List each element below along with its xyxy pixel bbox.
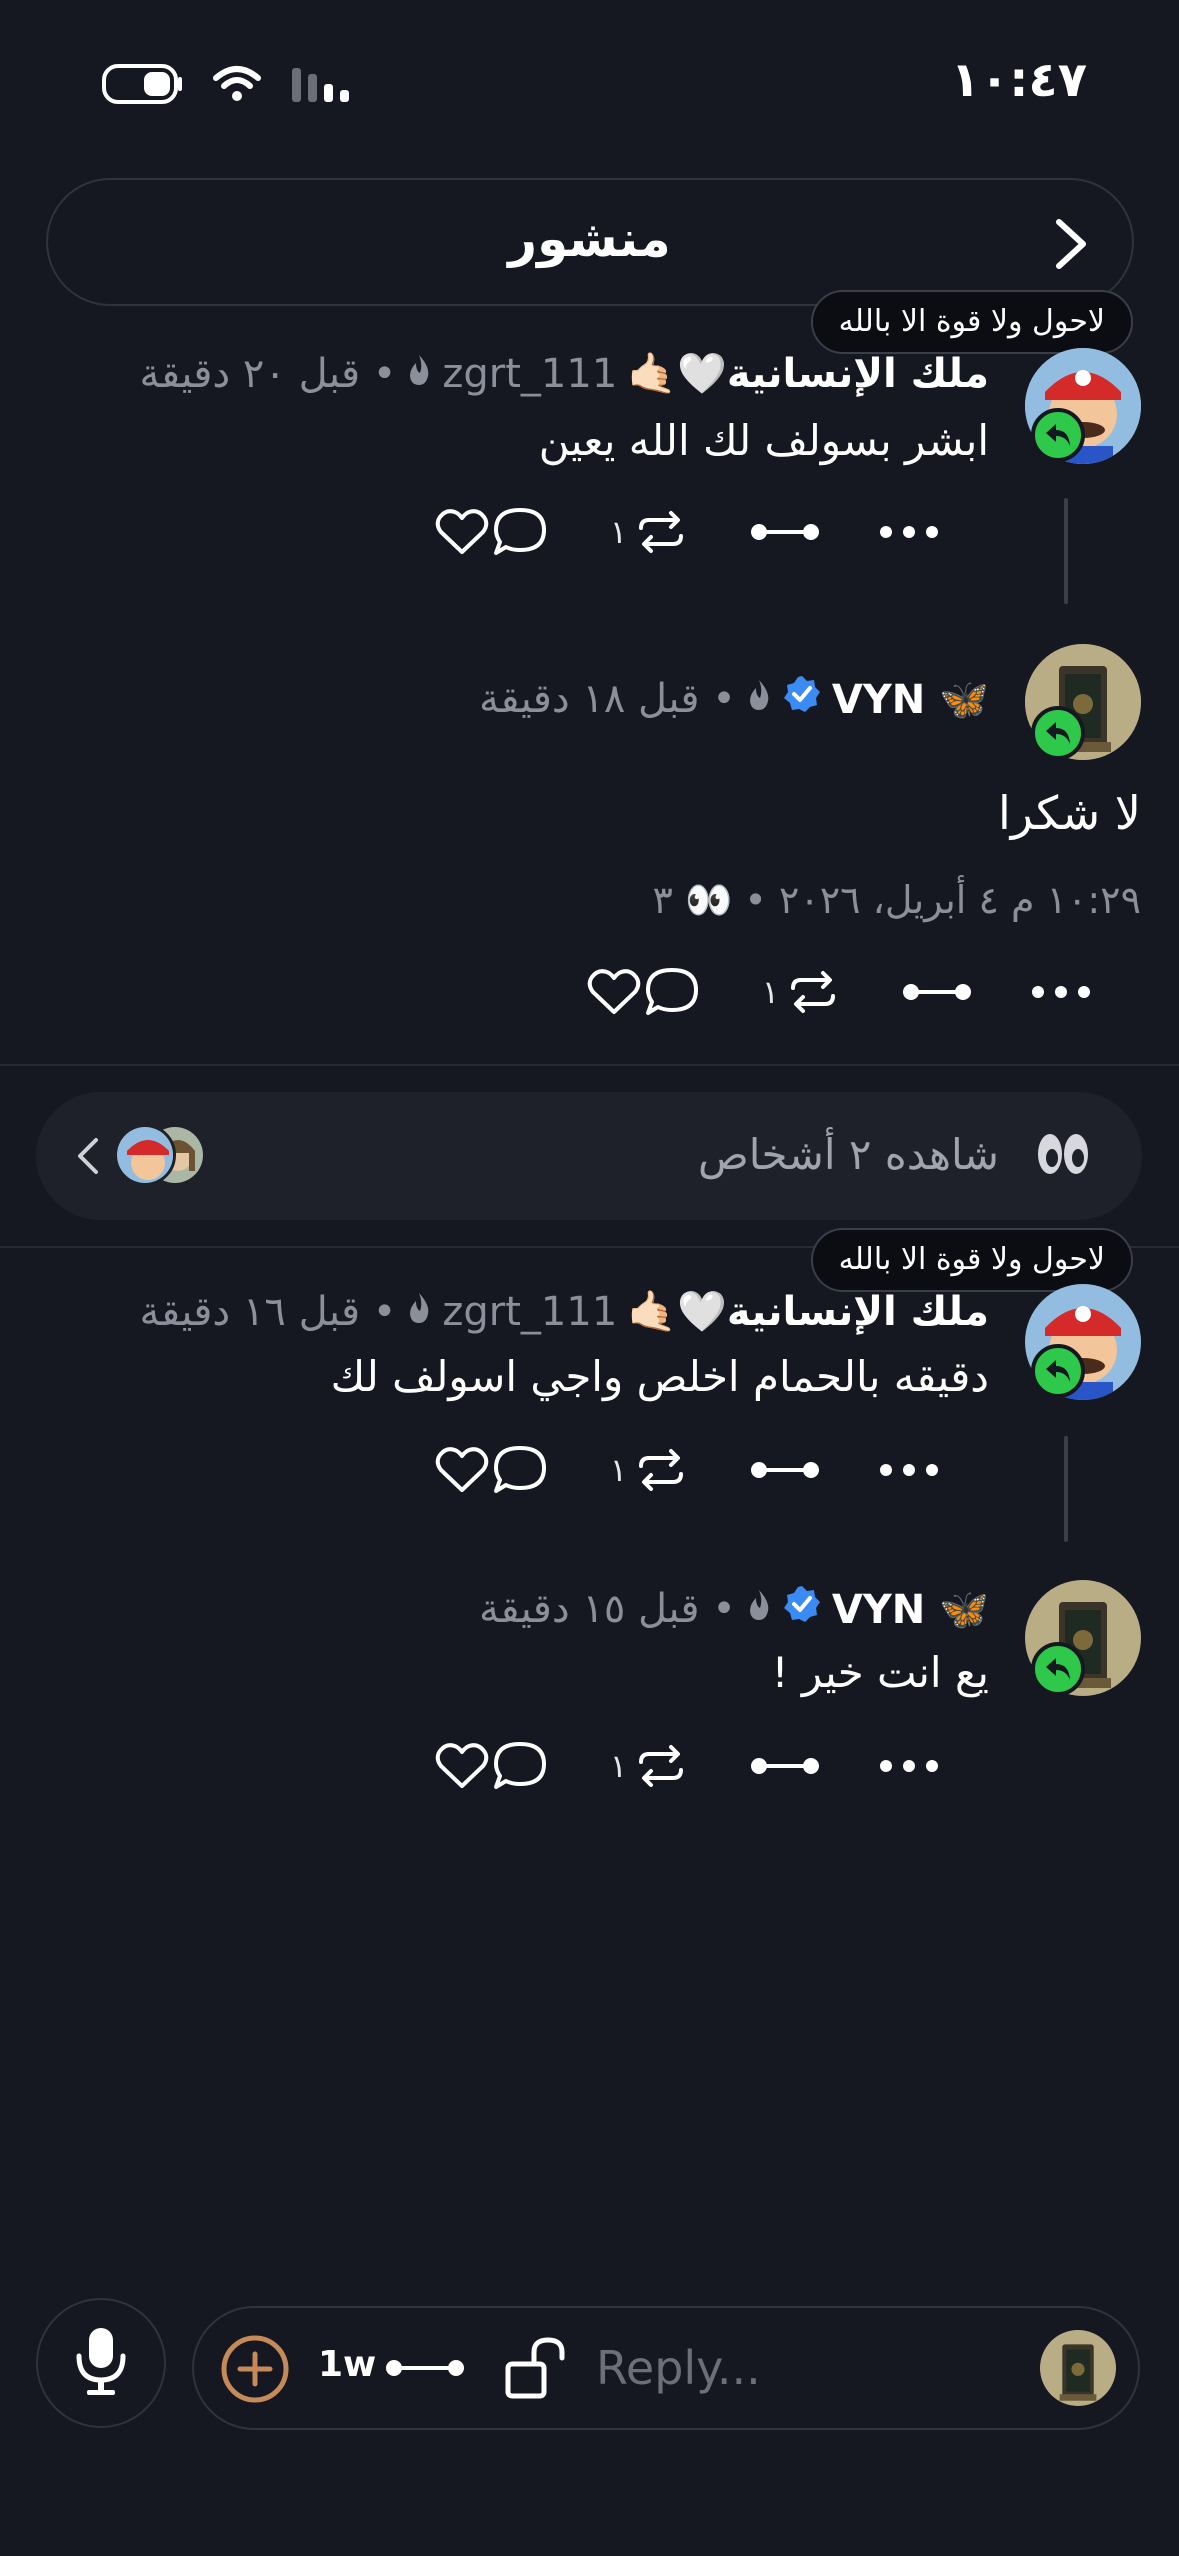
author-name[interactable]: 🦋 VYN [832,1586,989,1633]
repost-icon[interactable] [633,508,689,556]
post-author-line: 🦋 VYN • قبل ١٨ دقيقة [479,674,989,724]
post-text: ابشر بسولف لك الله يعين [538,416,989,465]
thread-line [1064,498,1068,604]
viewer-avatar [114,1124,176,1186]
more-icon[interactable] [879,1759,939,1773]
post-author-line: ملك الإنسانية🤍🤙🏻 zgrt_111 • قبل ٢٠ دقيقة [139,350,989,398]
link-icon[interactable] [384,2356,466,2384]
flame-icon [406,1289,432,1335]
flame-icon [406,351,432,397]
reply-badge-icon [1031,1642,1085,1696]
repost-icon[interactable] [633,1742,689,1790]
more-icon[interactable] [879,525,939,539]
author-name[interactable]: ملك الإنسانية🤍🤙🏻 [627,1288,989,1335]
author-name[interactable]: ملك الإنسانية🤍🤙🏻 [627,350,989,397]
post-author-line: 🦋 VYN • قبل ١٥ دقيقة [479,1584,989,1634]
comment-bubble-icon[interactable] [490,1444,550,1496]
post-author-line: ملك الإنسانية🤍🤙🏻 zgrt_111 • قبل ١٦ دقيقة [139,1288,989,1336]
more-icon[interactable] [1031,985,1091,999]
like-heart-icon[interactable] [434,1742,490,1790]
unlock-icon[interactable] [504,2336,568,2404]
comment-bubble-icon[interactable] [490,506,550,558]
viewed-by-label: شاهده ٢ أشخاص [697,1130,999,1179]
like-heart-icon[interactable] [434,508,490,556]
post-time: • قبل ١٥ دقيقة [478,1586,736,1632]
wifi-icon [212,64,262,108]
reply-badge-icon [1031,1344,1085,1398]
post-actions: ١ [434,506,989,558]
post-time: • قبل ٢٠ دقيقة [139,350,397,397]
tooltip-label: لاحول ولا قوة الا بالله [810,290,1133,354]
comment-count: ١ [609,513,627,551]
like-heart-icon[interactable] [434,1446,490,1494]
microphone-icon [75,2326,127,2400]
post-text: لا شكرا [998,786,1141,840]
author-name[interactable]: 🦋 VYN [832,676,989,723]
link-icon[interactable] [749,520,821,544]
post-actions: ١ [586,966,1141,1018]
link-icon[interactable] [749,1754,821,1778]
composer-avatar [1040,2330,1116,2406]
link-icon[interactable] [749,1458,821,1482]
post-text: دقيقه بالحمام اخلص واجي اسولف لك [330,1352,989,1401]
flame-icon [746,1586,772,1632]
divider [0,1064,1179,1066]
signal-icon [290,64,354,108]
reply-badge-icon [1031,706,1085,760]
tooltip-label: لاحول ولا قوة الا بالله [810,1228,1133,1292]
page-title: منشور [508,210,671,268]
comment-count: ١ [609,1747,627,1785]
flame-icon [746,676,772,722]
repost-icon[interactable] [633,1446,689,1494]
post-time: • قبل ١٨ دقيقة [478,676,736,722]
expiry-label[interactable]: 1w [318,2344,376,2385]
link-icon[interactable] [901,980,973,1004]
status-time: ١٠:٤٧ [950,52,1087,108]
battery-icon [100,62,184,110]
thread-line [1064,1436,1068,1542]
microphone-button[interactable] [36,2298,166,2428]
repost-icon[interactable] [785,968,841,1016]
author-handle[interactable]: zgrt_111 [442,1289,617,1335]
post-time: • قبل ١٦ دقيقة [139,1288,397,1335]
back-chevron-icon[interactable] [1049,216,1093,276]
like-heart-icon[interactable] [586,968,642,1016]
chevron-left-icon[interactable] [76,1136,100,1180]
post-text: يع انت خير ! [771,1648,989,1697]
more-icon[interactable] [879,1463,939,1477]
reply-input[interactable] [596,2334,1016,2402]
post-actions: ١ [434,1740,989,1792]
post-meta: ١٠:٢٩ م ٤ أبريل، ٢٠٢٦ • 👀 ٣ [652,878,1141,922]
status-icons [100,62,354,110]
post-actions: ١ [434,1444,989,1496]
verified-icon [782,1584,822,1634]
reply-badge-icon [1031,408,1085,462]
comment-bubble-icon[interactable] [642,966,702,1018]
add-media-plus-icon[interactable] [220,2334,290,2408]
comment-count: ١ [609,1451,627,1489]
eyes-icon [1037,1132,1089,1180]
comment-bubble-icon[interactable] [490,1740,550,1792]
verified-icon [782,674,822,724]
author-handle[interactable]: zgrt_111 [442,351,617,397]
comment-count: ١ [761,973,779,1011]
